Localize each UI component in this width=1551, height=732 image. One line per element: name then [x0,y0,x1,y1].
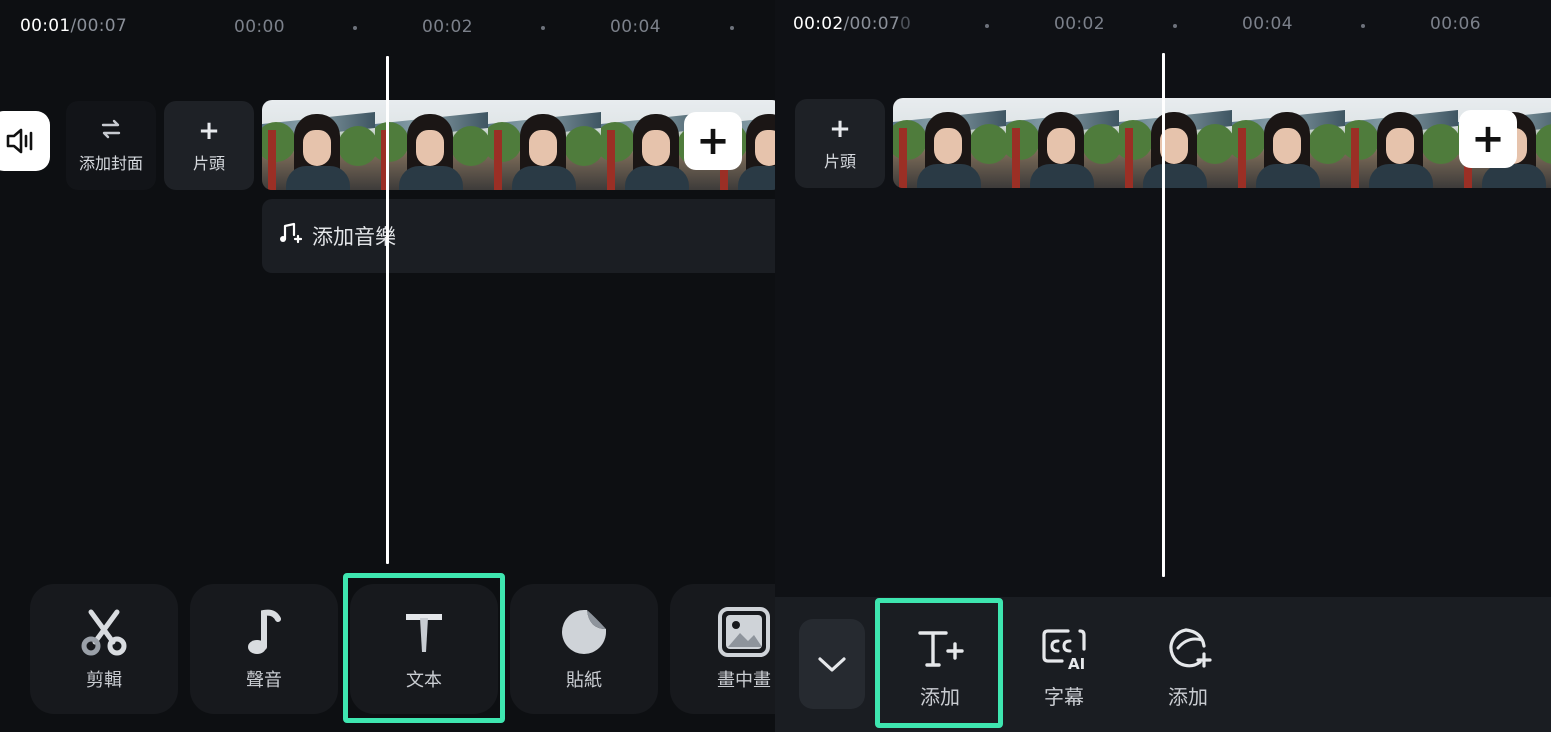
tool-label: 添加 [1168,684,1208,709]
video-frame [375,100,488,190]
add-cover-label: 添加封面 [78,153,143,173]
video-frame [488,100,601,190]
svg-text:AI: AI [1068,655,1085,671]
left-editor-panel: 00:01/00:07 00:00 00:02 00:04 添加封面 + 片頭 … [0,0,775,732]
sticker-add-icon [1164,625,1212,673]
tool-label: 聲音 [246,670,282,691]
sticker-icon [559,606,609,658]
video-filmstrip[interactable] [893,98,1551,188]
playhead[interactable] [386,56,389,564]
mute-button[interactable] [0,111,50,171]
add-clip-button[interactable]: + [1459,110,1517,168]
music-note-icon [244,606,284,658]
tool-sticker[interactable]: 貼紙 [510,584,658,714]
plus-icon: + [829,113,851,144]
ruler-tick: 00:04 [610,17,661,37]
video-frame [262,100,375,190]
text-t-icon [402,606,446,658]
swap-icon [100,118,122,144]
music-add-icon [278,221,303,251]
intro-tile[interactable]: + 片頭 [795,99,885,188]
ruler-tick: 00:00 [234,17,285,37]
tool-label: 文本 [406,670,442,691]
subtitle-tool[interactable]: AI 字幕 [1009,617,1119,717]
text-toolbar: 添加 AI 字幕 添加 [775,597,1551,732]
video-frame [1119,98,1232,188]
chevron-down-icon [818,657,846,672]
text-add-icon [916,625,964,673]
intro-label: 片頭 [823,151,856,171]
ruler-dot [353,26,357,30]
tool-edit[interactable]: 剪輯 [30,584,178,714]
ruler-tick: 00:04 [1242,14,1293,34]
scissors-icon [79,606,129,658]
add-music-label: 添加音樂 [312,225,396,249]
ruler-clipped-text: 0 [900,14,912,34]
ruler-dot [730,26,734,30]
speaker-mute-icon [6,128,33,154]
add-cover-tile[interactable]: 添加封面 [66,101,156,190]
tool-text[interactable]: 文本 [350,584,498,714]
tool-audio[interactable]: 聲音 [190,584,338,714]
cc-ai-icon: AI [1040,625,1088,673]
tool-pip[interactable]: 畫中畫 [670,584,775,714]
tool-label: 添加 [920,684,960,709]
ruler-dot [541,26,545,30]
time-readout: 00:02/00:070 [793,14,911,34]
ruler-dot [1173,24,1177,28]
ruler-tick: 00:06 [1430,14,1481,34]
video-frame [1006,98,1119,188]
intro-label: 片頭 [192,153,225,173]
current-time: 00:02 [793,14,844,34]
ruler-dot [1361,24,1365,28]
tool-label: 貼紙 [566,670,602,691]
video-frame [893,98,1006,188]
playhead[interactable] [1162,53,1165,577]
picture-in-picture-icon [718,606,770,658]
total-time: /00:07 [70,16,128,36]
video-frame [1232,98,1345,188]
plus-icon: + [696,118,730,164]
ruler-tick: 00:02 [1054,14,1105,34]
plus-icon: + [1471,116,1505,162]
video-frame [1345,98,1458,188]
time-readout: 00:01/00:07 [20,16,127,36]
right-editor-panel: 00:02/00:070 00:02 00:04 00:06 + 片頭 + 添加 [775,0,1551,732]
add-music-track[interactable]: 添加音樂 [262,199,775,273]
add-text-tool[interactable]: 添加 [885,617,995,717]
tool-label: 字幕 [1044,684,1084,709]
intro-tile[interactable]: + 片頭 [164,101,254,190]
plus-icon: + [198,115,220,146]
add-clip-button[interactable]: + [684,112,742,170]
tool-label: 剪輯 [86,670,122,691]
collapse-button[interactable] [799,619,865,709]
current-time: 00:01 [20,16,71,36]
ruler-tick: 00:02 [422,17,473,37]
tool-label: 畫中畫 [717,670,771,691]
total-time: /00:07 [843,14,901,34]
add-sticker-tool[interactable]: 添加 [1133,617,1243,717]
ruler-dot [985,24,989,28]
